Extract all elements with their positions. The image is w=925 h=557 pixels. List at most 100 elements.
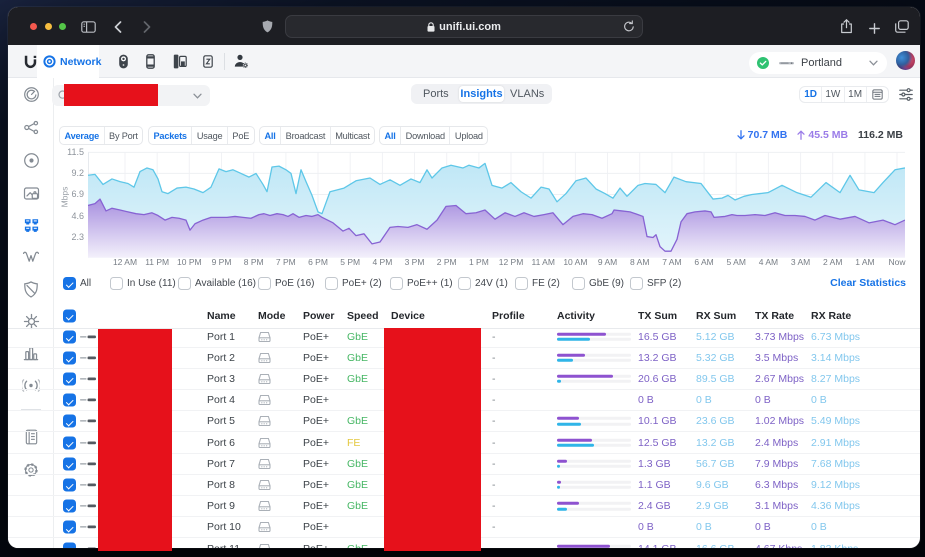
filter-gbe-9-[interactable]: GbE (9) <box>572 275 624 292</box>
checkbox[interactable] <box>325 277 338 290</box>
chart-filter-all[interactable]: All <box>260 127 282 144</box>
filter-fe-2-[interactable]: FE (2) <box>515 275 560 292</box>
row-checkbox[interactable] <box>63 393 76 407</box>
row-checkbox[interactable] <box>63 499 76 513</box>
checkbox[interactable] <box>630 277 643 290</box>
column-header-profile[interactable]: Profile <box>492 310 525 322</box>
console-selector[interactable]: Portland <box>749 52 887 74</box>
sidebar-item-dashboard[interactable] <box>22 85 40 103</box>
tab-insights[interactable]: Insights <box>458 86 505 102</box>
back-icon[interactable] <box>114 21 122 33</box>
close-window-button[interactable] <box>30 23 37 30</box>
row-checkbox[interactable] <box>63 372 76 386</box>
filter-poe-2-[interactable]: PoE+ (2) <box>325 275 382 292</box>
access-door-icon[interactable] <box>173 54 187 69</box>
row-checkbox[interactable] <box>63 457 76 471</box>
talk-phone-icon[interactable] <box>146 54 155 69</box>
sliders-icon[interactable] <box>899 88 913 101</box>
chart-filter-download[interactable]: Download <box>401 127 451 144</box>
column-header-tx-sum[interactable]: TX Sum <box>638 310 677 322</box>
unifi-logo[interactable] <box>23 54 37 69</box>
protect-camera-icon[interactable] <box>118 54 129 69</box>
checkbox[interactable] <box>258 277 271 290</box>
checkbox[interactable] <box>63 499 76 513</box>
checkbox[interactable] <box>63 520 76 534</box>
forward-icon[interactable] <box>143 21 151 33</box>
filter-poe-1-[interactable]: PoE++ (1) <box>390 275 453 292</box>
sidebar-item-topology[interactable] <box>22 118 40 136</box>
checkbox[interactable] <box>63 478 76 492</box>
checkbox[interactable] <box>63 542 76 548</box>
row-checkbox[interactable] <box>63 436 76 450</box>
checkbox[interactable] <box>63 436 76 450</box>
row-checkbox[interactable] <box>63 351 76 365</box>
checkbox[interactable] <box>63 393 76 407</box>
column-header-activity[interactable]: Activity <box>557 310 595 322</box>
range-calendar-icon[interactable] <box>867 87 888 102</box>
filter-available-16-[interactable]: Available (16) <box>178 275 256 292</box>
checkbox[interactable] <box>515 277 528 290</box>
checkbox[interactable] <box>63 372 76 386</box>
column-header-device[interactable]: Device <box>391 310 425 322</box>
chart-filter-broadcast[interactable]: Broadcast <box>281 127 331 144</box>
privacy-shield-icon[interactable] <box>262 20 273 33</box>
sidebar-item-clients[interactable] <box>22 184 40 202</box>
checkbox[interactable] <box>572 277 585 290</box>
range-1w[interactable]: 1W <box>822 87 845 102</box>
row-checkbox[interactable] <box>63 330 76 344</box>
zoom-window-button[interactable] <box>59 23 66 30</box>
column-header-name[interactable]: Name <box>207 310 236 322</box>
filter-sfp-2-[interactable]: SFP (2) <box>630 275 681 292</box>
sidebar-item-devices[interactable] <box>22 151 40 169</box>
filter-poe-16-[interactable]: PoE (16) <box>258 275 314 292</box>
filter-24v-1-[interactable]: 24V (1) <box>458 275 508 292</box>
reload-icon[interactable] <box>623 20 635 33</box>
checkbox[interactable] <box>63 277 76 290</box>
checkbox[interactable] <box>63 309 76 322</box>
clear-statistics-link[interactable]: Clear Statistics <box>830 277 906 289</box>
row-checkbox[interactable] <box>63 542 76 548</box>
user-avatar[interactable] <box>896 51 915 70</box>
chart-filter-average[interactable]: Average <box>60 127 105 144</box>
checkbox[interactable] <box>63 330 76 344</box>
column-header-power[interactable]: Power <box>303 310 335 322</box>
share-icon[interactable] <box>840 19 853 34</box>
checkbox[interactable] <box>63 457 76 471</box>
select-all-checkbox[interactable] <box>63 309 76 322</box>
new-tab-icon[interactable] <box>869 23 880 34</box>
checkbox[interactable] <box>458 277 471 290</box>
tab-ports[interactable]: Ports <box>413 86 459 102</box>
checkbox[interactable] <box>178 277 191 290</box>
admins-icon[interactable] <box>234 54 249 69</box>
column-header-tx-rate[interactable]: TX Rate <box>755 310 794 322</box>
address-bar[interactable]: unifi.ui.com <box>285 15 643 38</box>
tab-network-app[interactable]: Network <box>37 45 101 78</box>
filter-in-use-11-[interactable]: In Use (11) <box>110 275 176 292</box>
checkbox[interactable] <box>63 414 76 428</box>
minimize-window-button[interactable] <box>45 23 52 30</box>
column-header-rx-rate[interactable]: RX Rate <box>811 310 851 322</box>
filter-all[interactable]: All <box>63 275 91 292</box>
checkbox[interactable] <box>63 351 76 365</box>
chart-filter-all[interactable]: All <box>380 127 402 144</box>
column-header-speed[interactable]: Speed <box>347 310 379 322</box>
range-1d[interactable]: 1D <box>800 87 823 102</box>
traffic-chart[interactable] <box>88 147 905 259</box>
range-1m[interactable]: 1M <box>845 87 867 102</box>
connect-display-icon[interactable] <box>203 55 213 68</box>
chart-filter-packets[interactable]: Packets <box>149 127 193 144</box>
sidebar-item-ports[interactable] <box>22 216 40 234</box>
row-checkbox[interactable] <box>63 478 76 492</box>
chart-filter-poe[interactable]: PoE <box>228 127 254 144</box>
chart-filter-usage[interactable]: Usage <box>192 127 228 144</box>
column-header-mode[interactable]: Mode <box>258 310 285 322</box>
row-checkbox[interactable] <box>63 414 76 428</box>
column-header-rx-sum[interactable]: RX Sum <box>696 310 736 322</box>
sidebar-toggle-icon[interactable] <box>81 21 96 33</box>
row-checkbox[interactable] <box>63 520 76 534</box>
chart-filter-by-port[interactable]: By Port <box>105 127 143 144</box>
tab-vlans[interactable]: VLANs <box>504 86 550 102</box>
chart-filter-upload[interactable]: Upload <box>450 127 487 144</box>
checkbox[interactable] <box>390 277 403 290</box>
checkbox[interactable] <box>110 277 123 290</box>
